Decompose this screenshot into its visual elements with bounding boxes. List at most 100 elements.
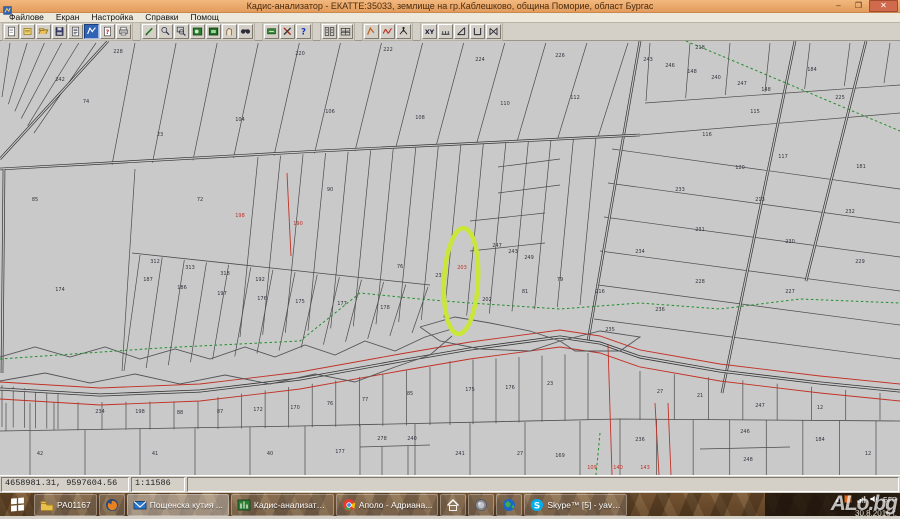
menu-item-1[interactable]: Екран bbox=[50, 13, 86, 22]
language-indicator[interactable]: БГР bbox=[883, 495, 897, 504]
taskbar-item-home[interactable] bbox=[440, 494, 466, 516]
parcel-label: 143 bbox=[640, 465, 650, 471]
toolbar-button-zoom-layer-1[interactable] bbox=[190, 24, 205, 39]
toolbar-button-surveyor[interactable] bbox=[396, 24, 411, 39]
toolbar-button-edit[interactable] bbox=[142, 24, 157, 39]
magRect-icon bbox=[176, 26, 187, 37]
taskbar-item-apollo-chrome[interactable]: Аполо - Адриана... bbox=[336, 494, 439, 516]
taskbar-item-label: PA01167 bbox=[57, 500, 91, 510]
hidden-icons-button[interactable]: ▴ bbox=[835, 496, 839, 504]
taskbar: PA01167 Пощенска кутия ... Кадис-анализато… bbox=[0, 493, 900, 516]
toolbar-button-open-folder[interactable] bbox=[36, 24, 51, 39]
parcel-label: 27 bbox=[657, 389, 663, 395]
taskbar-item-google-earth[interactable] bbox=[496, 494, 522, 516]
toolbar-button-intersect[interactable] bbox=[486, 24, 501, 39]
parcel-label: 177 bbox=[337, 301, 347, 307]
parcel-label: 106 bbox=[325, 109, 335, 115]
magGreen2-icon bbox=[208, 26, 219, 37]
toolbar-button-find[interactable] bbox=[238, 24, 253, 39]
mail-icon bbox=[133, 498, 147, 512]
parcel-label: 192 bbox=[255, 277, 265, 283]
volume-icon[interactable] bbox=[869, 491, 879, 509]
toolbar-button-table-view-1[interactable] bbox=[322, 24, 337, 39]
toolbar-button-zoom-layer-2[interactable] bbox=[206, 24, 221, 39]
start-button[interactable] bbox=[1, 493, 33, 516]
helpQ-icon: ? bbox=[298, 26, 309, 37]
taskbar-item-firefox[interactable] bbox=[99, 494, 125, 516]
xy-icon: XY bbox=[424, 26, 435, 37]
parcel-label: 40 bbox=[267, 451, 273, 457]
toolbar-button-draw-contour[interactable] bbox=[364, 24, 379, 39]
menu-item-3[interactable]: Справки bbox=[139, 13, 184, 22]
toolbar-button-zoom-window[interactable] bbox=[174, 24, 189, 39]
skype-icon: S bbox=[530, 498, 544, 512]
toolbar-group bbox=[140, 22, 255, 41]
toolbar-button-zoom[interactable] bbox=[158, 24, 173, 39]
taskbar-item-mailbox[interactable]: Пощенска кутия ... bbox=[127, 494, 229, 516]
printer-icon bbox=[118, 26, 129, 37]
parcel-label: 76 bbox=[397, 264, 403, 270]
toolbar-button-slope[interactable] bbox=[454, 24, 469, 39]
cutX-icon bbox=[282, 26, 293, 37]
parcel-label: 197 bbox=[217, 291, 227, 297]
toolbar-button-document-list[interactable] bbox=[68, 24, 83, 39]
taskbar-item-photos[interactable] bbox=[468, 494, 494, 516]
toolbar-button-pan[interactable] bbox=[222, 24, 237, 39]
toolbar-button-new-document[interactable] bbox=[4, 24, 19, 39]
earth-icon bbox=[502, 498, 516, 512]
parcel-label: 240 bbox=[711, 75, 721, 81]
person-icon bbox=[398, 26, 409, 37]
parcel-label: 27 bbox=[517, 451, 523, 457]
tray-app-icon[interactable] bbox=[843, 491, 853, 509]
hand-icon bbox=[224, 26, 235, 37]
parcel-label: 23 bbox=[157, 132, 163, 138]
toolbar-button-save[interactable] bbox=[52, 24, 67, 39]
docLines-icon bbox=[70, 26, 81, 37]
parcel-label: 246 bbox=[665, 63, 675, 69]
toolbar-button-measure[interactable] bbox=[438, 24, 453, 39]
toolbar-button-print[interactable] bbox=[116, 24, 131, 39]
taskbar-item-skype[interactable]: SSkype™ [5] - yavle... bbox=[524, 494, 627, 516]
toolbar-button-select-region[interactable] bbox=[264, 24, 279, 39]
toolbar-button-draw-line[interactable] bbox=[380, 24, 395, 39]
map-canvas[interactable]: 2422282202222242262187423104106108110112… bbox=[0, 41, 900, 475]
toolbar-button-coordinates-xy[interactable]: XY bbox=[422, 24, 437, 39]
parcel-label: 176 bbox=[257, 296, 267, 302]
minimize-button[interactable]: – bbox=[829, 1, 848, 11]
ball-icon bbox=[474, 498, 488, 512]
toolbar-button-profile[interactable] bbox=[470, 24, 485, 39]
toolbar-button-document-help[interactable]: ? bbox=[100, 24, 115, 39]
network-icon[interactable] bbox=[856, 491, 866, 509]
parcel-label: 216 bbox=[595, 289, 605, 295]
taskbar-item-label: Пощенска кутия ... bbox=[150, 500, 223, 510]
taskbar-item-explorer-pa01167[interactable]: PA01167 bbox=[34, 494, 97, 516]
toolbar-button-delete[interactable] bbox=[280, 24, 295, 39]
toolbar-button-notes[interactable] bbox=[20, 24, 35, 39]
toolbar-button-map-mode[interactable] bbox=[84, 24, 99, 39]
toolbar-button-context-help[interactable]: ? bbox=[296, 24, 311, 39]
windows-logo-icon bbox=[10, 496, 25, 512]
menu-item-2[interactable]: Настройка bbox=[85, 13, 139, 22]
magGreen1-icon bbox=[192, 26, 203, 37]
parcel-label: 76 bbox=[327, 401, 333, 407]
close-button[interactable]: ✕ bbox=[869, 0, 898, 12]
page-icon bbox=[6, 26, 17, 37]
parcel-label: 74 bbox=[83, 99, 89, 105]
toolbar-button-table-view-2[interactable] bbox=[338, 24, 353, 39]
parcel-label: 202 bbox=[482, 297, 492, 303]
toolGreen-icon bbox=[266, 26, 277, 37]
parcel-label: 243 bbox=[508, 249, 518, 255]
parcel-label: 198 bbox=[135, 409, 145, 415]
clock-date[interactable]: 30.8.2016 г. bbox=[855, 509, 897, 519]
parcel-label: 90 bbox=[327, 187, 333, 193]
parcel-label: 227 bbox=[785, 289, 795, 295]
firefox-icon bbox=[105, 498, 119, 512]
taskbar-item-kadis-analyzer[interactable]: Кадис-анализато... bbox=[231, 494, 334, 516]
taskbar-item-label: Аполо - Адриана... bbox=[359, 500, 433, 510]
svg-text:?: ? bbox=[301, 28, 306, 37]
maximize-button[interactable]: ❐ bbox=[849, 1, 868, 11]
menu-item-4[interactable]: Помощ bbox=[184, 13, 224, 22]
parcel-label: 42 bbox=[37, 451, 43, 457]
parcel-label: 81 bbox=[522, 289, 528, 295]
parcel-label: 21 bbox=[697, 393, 703, 399]
